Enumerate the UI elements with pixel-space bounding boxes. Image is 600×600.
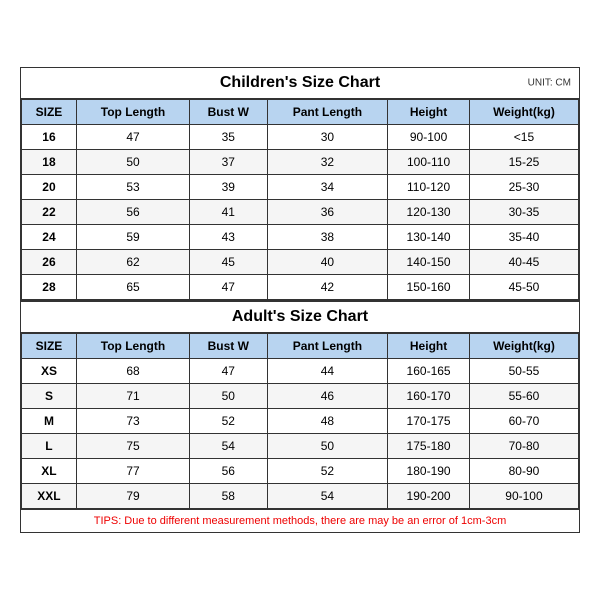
children-title-row: Children's Size Chart UNIT: CM bbox=[21, 68, 579, 99]
table-row: S715046160-17055-60 bbox=[22, 384, 579, 409]
children-col-toplength: Top Length bbox=[76, 100, 189, 125]
table-row: 1647353090-100<15 bbox=[22, 125, 579, 150]
adult-header-row: SIZE Top Length Bust W Pant Length Heigh… bbox=[22, 334, 579, 359]
adult-col-height: Height bbox=[388, 334, 470, 359]
children-col-height: Height bbox=[388, 100, 470, 125]
size-chart: Children's Size Chart UNIT: CM SIZE Top … bbox=[20, 67, 580, 533]
table-row: XS684744160-16550-55 bbox=[22, 359, 579, 384]
adult-title: Adult's Size Chart bbox=[232, 308, 368, 326]
adult-title-row: Adult's Size Chart bbox=[21, 300, 579, 333]
children-col-size: SIZE bbox=[22, 100, 77, 125]
adult-table: SIZE Top Length Bust W Pant Length Heigh… bbox=[21, 333, 579, 509]
table-row: 22564136120-13030-35 bbox=[22, 200, 579, 225]
table-row: L755450175-18070-80 bbox=[22, 434, 579, 459]
adult-col-weight: Weight(kg) bbox=[469, 334, 578, 359]
children-header-row: SIZE Top Length Bust W Pant Length Heigh… bbox=[22, 100, 579, 125]
adult-col-pantlength: Pant Length bbox=[267, 334, 388, 359]
table-row: XL775652180-19080-90 bbox=[22, 459, 579, 484]
table-row: 20533934110-12025-30 bbox=[22, 175, 579, 200]
tips-text: TIPS: Due to different measurement metho… bbox=[94, 515, 506, 527]
children-table: SIZE Top Length Bust W Pant Length Heigh… bbox=[21, 99, 579, 300]
adult-col-size: SIZE bbox=[22, 334, 77, 359]
adult-col-bustw: Bust W bbox=[190, 334, 268, 359]
adult-col-toplength: Top Length bbox=[76, 334, 189, 359]
table-row: M735248170-17560-70 bbox=[22, 409, 579, 434]
children-col-weight: Weight(kg) bbox=[469, 100, 578, 125]
table-row: 24594338130-14035-40 bbox=[22, 225, 579, 250]
table-row: 18503732100-11015-25 bbox=[22, 150, 579, 175]
table-row: XXL795854190-20090-100 bbox=[22, 484, 579, 509]
children-col-pantlength: Pant Length bbox=[267, 100, 388, 125]
table-row: 28654742150-16045-50 bbox=[22, 275, 579, 300]
tips-row: TIPS: Due to different measurement metho… bbox=[21, 509, 579, 532]
unit-label: UNIT: CM bbox=[528, 78, 571, 89]
children-title: Children's Size Chart bbox=[220, 74, 380, 92]
children-col-bustw: Bust W bbox=[190, 100, 268, 125]
table-row: 26624540140-15040-45 bbox=[22, 250, 579, 275]
